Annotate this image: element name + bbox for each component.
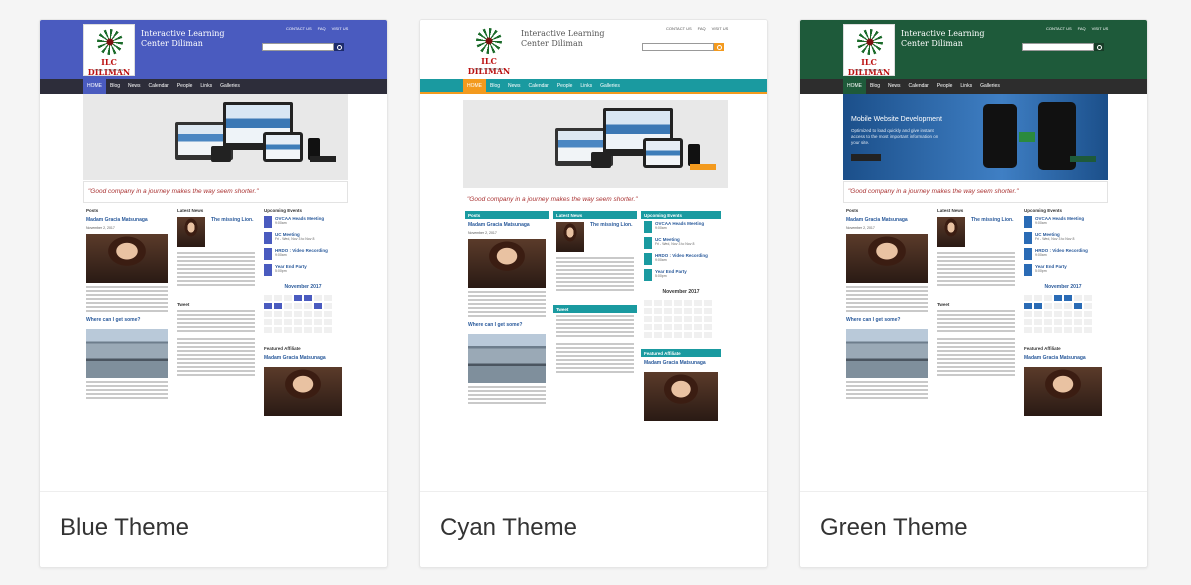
more-info-button[interactable] [851,154,881,161]
post-photo [468,239,546,288]
news-photo [177,217,205,247]
sidebar-column: Upcoming Events OVCAA Heads Meeting 9:00a… [261,206,345,491]
tablet-image [591,152,611,168]
news-photo [556,222,584,252]
sidebar-column: Upcoming Events OVCAA Heads Meeting 9:00a… [1021,206,1105,491]
site-quote: "Good company in a journey makes the way… [843,181,1108,203]
theme-preview-cyan[interactable]: ILC DILIMAN DARE TO INNOVATE Interactive… [420,20,767,491]
featured-photo [644,372,718,421]
posts-column: Posts Madam Gracia Matsunaga November 2,… [843,206,931,491]
search-icon[interactable] [1094,43,1104,51]
tablet-image [263,132,303,162]
tablet-image [643,138,683,168]
nav-calendar[interactable]: Calendar [525,79,553,94]
nav-galleries[interactable]: Galleries [216,79,244,94]
tree-logo-icon [476,28,502,54]
tablet-image [211,146,231,162]
search-icon[interactable] [334,43,344,51]
nav-blog[interactable]: Blog [866,79,884,94]
search-icon[interactable] [714,43,724,51]
post-photo [846,329,928,378]
search-input[interactable] [262,43,334,51]
tree-logo-icon [97,29,123,55]
nav-people[interactable]: People [173,79,197,94]
site-title: Interactive Learning Center Diliman [521,29,605,48]
main-nav: HOME Blog News Calendar People Links Gal… [40,79,387,94]
nav-calendar[interactable]: Calendar [905,79,933,94]
hero-slider[interactable] [83,94,348,180]
nav-news[interactable]: News [504,79,525,94]
site-header: ILC DILIMAN DARE TO INNOVATE Interactive… [40,20,387,79]
nav-calendar[interactable]: Calendar [145,79,173,94]
nav-home[interactable]: HOME [83,79,106,94]
news-column: Latest News The missing Lion. Tweet [934,206,1018,491]
site-quote: "Good company in a journey makes the way… [463,190,728,212]
top-links: CONTACT US FAQ VISIT US [666,26,729,31]
nav-blog[interactable]: Blog [106,79,124,94]
search-input[interactable] [1022,43,1094,51]
search-input[interactable] [642,43,714,51]
nav-news[interactable]: News [124,79,145,94]
top-links: CONTACT US FAQ VISIT US [286,26,349,31]
posts-column: Posts Madam Gracia Matsunaga November 2,… [83,206,171,491]
post-photo [846,234,928,283]
slider-controls[interactable] [310,156,336,162]
site-logo: ILC DILIMAN DARE TO INNOVATE [83,24,135,77]
theme-card-cyan[interactable]: ILC DILIMAN DARE TO INNOVATE Interactive… [419,19,768,568]
top-links: CONTACT US FAQ VISIT US [1046,26,1109,31]
nav-galleries[interactable]: Galleries [976,79,1004,94]
news-column: Latest News The missing Lion. Tweet [174,206,258,491]
slider-controls[interactable] [690,164,716,170]
theme-preview-green[interactable]: ILC DILIMAN DARE TO INNOVATE Interactive… [800,20,1147,491]
theme-card-green[interactable]: ILC DILIMAN DARE TO INNOVATE Interactive… [799,19,1148,568]
main-nav: HOME Blog News Calendar People Links Gal… [420,79,767,94]
nav-home[interactable]: HOME [463,79,486,94]
site-logo: ILC DILIMAN DARE TO INNOVATE [843,24,895,77]
nav-links[interactable]: Links [576,79,596,94]
nav-galleries[interactable]: Galleries [596,79,624,94]
arrow-icon [1019,132,1035,142]
sidebar-column: Upcoming Events OVCAA Heads Meeting 9:00a… [641,211,721,491]
theme-preview-blue[interactable]: ILC DILIMAN DARE TO INNOVATE Interactive… [40,20,387,491]
theme-caption: Cyan Theme [420,491,767,567]
hero-slider[interactable] [463,100,728,188]
tree-logo-icon [857,29,883,55]
calendar-widget[interactable]: November 2017 [261,278,345,338]
nav-links[interactable]: Links [196,79,216,94]
news-photo [937,217,965,247]
site-header: ILC DILIMAN DARE TO INNOVATE Interactive… [420,20,767,79]
hero-slider[interactable]: Mobile Website Development Optimized to … [843,94,1108,180]
post-photo [86,329,168,378]
post-photo [86,234,168,283]
phone-image [688,144,700,166]
site-logo: ILC DILIMAN DARE TO INNOVATE [463,24,515,76]
theme-gallery: ILC DILIMAN DARE TO INNOVATE Interactive… [0,0,1191,585]
main-nav: HOME Blog News Calendar People Links Gal… [800,79,1147,94]
phone-image [983,104,1017,168]
theme-card-blue[interactable]: ILC DILIMAN DARE TO INNOVATE Interactive… [39,19,388,568]
nav-home[interactable]: HOME [843,79,866,94]
nav-people[interactable]: People [553,79,577,94]
site-title: Interactive Learning Center Diliman [901,29,985,48]
theme-caption: Green Theme [800,491,1147,567]
site-quote: "Good company in a journey makes the way… [83,181,348,203]
slider-controls[interactable] [1070,156,1096,162]
featured-photo [1024,367,1102,416]
featured-photo [264,367,342,416]
nav-people[interactable]: People [933,79,957,94]
site-title: Interactive Learning Center Diliman [141,29,225,48]
calendar-widget[interactable]: November 2017 [1021,278,1105,338]
nav-blog[interactable]: Blog [486,79,504,94]
post-photo [468,334,546,383]
calendar-widget[interactable]: November 2017 [641,283,721,343]
news-column: Latest News The missing Lion. Tweet [553,211,637,491]
theme-caption: Blue Theme [40,491,387,567]
nav-links[interactable]: Links [956,79,976,94]
nav-news[interactable]: News [884,79,905,94]
posts-column: Posts Madam Gracia Matsunaga November 2,… [465,211,549,491]
site-header: ILC DILIMAN DARE TO INNOVATE Interactive… [800,20,1147,79]
